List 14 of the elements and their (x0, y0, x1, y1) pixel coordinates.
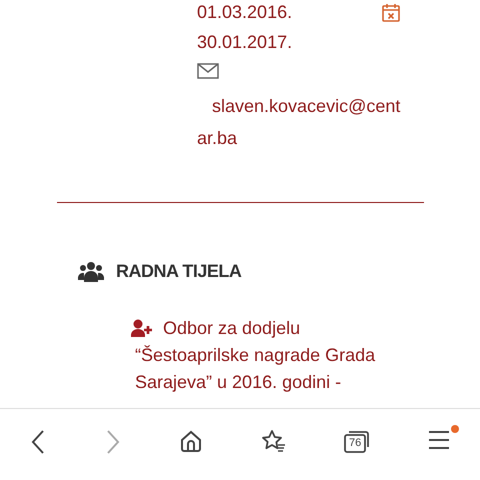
add-user-icon (131, 319, 155, 337)
tabs-button[interactable]: 76 (340, 425, 374, 457)
section-title: RADNA TIJELA (116, 260, 242, 283)
email-link[interactable]: slaven.kovacevic@centar.ba (197, 90, 402, 154)
working-body-link[interactable]: Odbor za dodjelu “Šestoaprilske nagrade Grada Sarajeva” u 2016. godini - (135, 315, 411, 396)
bookmarks-icon (260, 429, 287, 453)
home-icon (179, 429, 204, 453)
date-text: 30.01.2017. (197, 31, 292, 54)
menu-icon (427, 429, 452, 451)
envelope-icon (197, 63, 219, 79)
calendar-icon (381, 3, 401, 23)
tabs-icon (344, 429, 370, 453)
date-text: 01.03.2016. (197, 1, 292, 24)
group-icon (78, 260, 104, 282)
